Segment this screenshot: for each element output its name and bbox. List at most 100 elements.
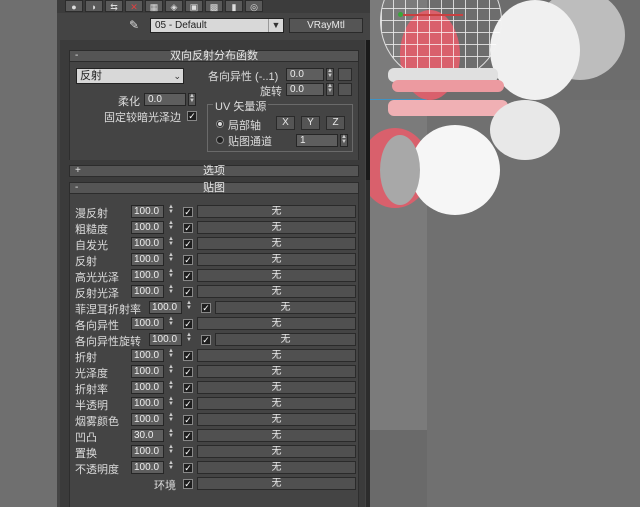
map-slot-button[interactable]: 无 (197, 269, 356, 282)
map-amount-spinner[interactable]: ▲ ▼ (167, 460, 175, 474)
map-amount-input[interactable]: 100.0 (131, 237, 164, 250)
map-amount-input[interactable]: 100.0 (131, 445, 164, 458)
map-enable-checkbox[interactable]: ✓ (183, 383, 193, 393)
rotation-input[interactable]: 0.0 (286, 83, 324, 96)
go-parent-icon[interactable]: ▮ (225, 0, 243, 12)
map-amount-spinner[interactable]: ▲ ▼ (167, 412, 175, 426)
show-map-icon[interactable]: ▣ (185, 0, 203, 12)
map-enable-checkbox[interactable]: ✓ (183, 223, 193, 233)
map-enable-checkbox[interactable]: ✓ (183, 479, 193, 489)
checker-icon[interactable]: ▦ (145, 0, 163, 12)
map-slot-button[interactable]: 无 (197, 397, 356, 410)
eyedropper-icon[interactable]: ✎ (129, 18, 143, 32)
map-enable-checkbox[interactable]: ✓ (183, 271, 193, 281)
map-slot-button[interactable]: 无 (197, 477, 356, 490)
map-amount-spinner[interactable]: ▲ ▼ (185, 332, 193, 346)
map-channel-input[interactable]: 1 (296, 134, 338, 147)
viewport[interactable] (370, 0, 640, 507)
checkered-bg-icon[interactable]: ▩ (205, 0, 223, 12)
map-slot-button[interactable]: 无 (197, 237, 356, 250)
map-channel-radio[interactable] (216, 136, 224, 144)
map-amount-spinner[interactable]: ▲ ▼ (185, 300, 193, 314)
map-amount-spinner[interactable]: ▲ ▼ (167, 236, 175, 250)
map-enable-checkbox[interactable]: ✓ (183, 255, 193, 265)
options-rollout-header[interactable]: + 选项 (69, 165, 359, 177)
map-enable-checkbox[interactable]: ✓ (183, 319, 193, 329)
scrollbar-thumb[interactable] (366, 40, 370, 180)
map-slot-button[interactable]: 无 (197, 317, 356, 330)
map-slot-button[interactable]: 无 (197, 205, 356, 218)
map-slot-button[interactable]: 无 (197, 413, 356, 426)
map-amount-input[interactable]: 100.0 (131, 317, 164, 330)
map-enable-checkbox[interactable]: ✓ (183, 431, 193, 441)
sphere-icon[interactable]: ● (65, 0, 83, 12)
map-slot-button[interactable]: 无 (197, 461, 356, 474)
map-slot-button[interactable]: 无 (197, 221, 356, 234)
y-axis-button[interactable]: Y (301, 116, 320, 130)
map-enable-checkbox[interactable]: ✓ (201, 335, 211, 345)
map-amount-input[interactable]: 100.0 (131, 349, 164, 362)
map-slot-button[interactable]: 无 (215, 333, 356, 346)
anisotropy-spinner[interactable]: ▲ ▼ (326, 68, 334, 81)
map-amount-input[interactable]: 100.0 (131, 381, 164, 394)
map-enable-checkbox[interactable]: ✓ (183, 351, 193, 361)
map-slot-button[interactable]: 无 (197, 253, 356, 266)
map-amount-input[interactable]: 100.0 (131, 285, 164, 298)
map-amount-spinner[interactable]: ▲ ▼ (167, 348, 175, 362)
anisotropy-input[interactable]: 0.0 (286, 68, 324, 81)
assign-icon[interactable]: ⇆ (105, 0, 123, 12)
map-enable-checkbox[interactable]: ✓ (183, 415, 193, 425)
map-amount-input[interactable]: 100.0 (131, 205, 164, 218)
map-amount-spinner[interactable]: ▲ ▼ (167, 252, 175, 266)
map-amount-spinner[interactable]: ▲ ▼ (167, 284, 175, 298)
x-axis-button[interactable]: X (276, 116, 295, 130)
map-amount-spinner[interactable]: ▲ ▼ (167, 316, 175, 330)
map-amount-spinner[interactable]: ▲ ▼ (167, 428, 175, 442)
brdf-rollout-header[interactable]: - 双向反射分布函数 (69, 50, 359, 62)
z-axis-button[interactable]: Z (326, 116, 345, 130)
map-amount-input[interactable]: 100.0 (131, 461, 164, 474)
map-amount-input[interactable]: 30.0 (131, 429, 164, 442)
material-type-button[interactable]: VRayMtl (289, 18, 363, 33)
map-amount-input[interactable]: 100.0 (131, 221, 164, 234)
map-slot-button[interactable]: 无 (197, 365, 356, 378)
local-axis-radio[interactable] (216, 120, 224, 128)
map-amount-spinner[interactable]: ▲ ▼ (167, 268, 175, 282)
soften-input[interactable]: 0.0 (144, 93, 186, 106)
maps-rollout-header[interactable]: - 贴图 (69, 182, 359, 194)
fix-dark-edges-checkbox[interactable]: ✓ (187, 111, 197, 121)
map-enable-checkbox[interactable]: ✓ (183, 239, 193, 249)
map-enable-checkbox[interactable]: ✓ (183, 207, 193, 217)
brdf-type-select[interactable]: 反射 ⌄ (76, 68, 184, 84)
map-amount-input[interactable]: 100.0 (131, 253, 164, 266)
map-slot-button[interactable]: 无 (197, 285, 356, 298)
map-enable-checkbox[interactable]: ✓ (183, 463, 193, 473)
map-amount-input[interactable]: 100.0 (131, 413, 164, 426)
go-sibling-icon[interactable]: ◎ (245, 0, 263, 12)
map-amount-spinner[interactable]: ▲ ▼ (167, 204, 175, 218)
map-amount-spinner[interactable]: ▲ ▼ (167, 220, 175, 234)
map-amount-input[interactable]: 100.0 (149, 333, 182, 346)
map-amount-input[interactable]: 100.0 (131, 397, 164, 410)
map-amount-spinner[interactable]: ▲ ▼ (167, 396, 175, 410)
map-icon[interactable]: ◈ (165, 0, 183, 12)
map-channel-spinner[interactable]: ▲ ▼ (340, 134, 348, 147)
map-slot-button[interactable]: 无 (197, 429, 356, 442)
map-amount-input[interactable]: 100.0 (131, 365, 164, 378)
delete-icon[interactable]: ✕ (125, 0, 143, 12)
map-amount-input[interactable]: 100.0 (149, 301, 182, 314)
map-amount-spinner[interactable]: ▲ ▼ (167, 444, 175, 458)
map-enable-checkbox[interactable]: ✓ (201, 303, 211, 313)
map-enable-checkbox[interactable]: ✓ (183, 367, 193, 377)
map-amount-spinner[interactable]: ▲ ▼ (167, 380, 175, 394)
map-enable-checkbox[interactable]: ✓ (183, 447, 193, 457)
map-enable-checkbox[interactable]: ✓ (183, 287, 193, 297)
map-slot-button[interactable]: 无 (215, 301, 356, 314)
dropdown-icon[interactable]: ▼ (268, 19, 283, 32)
soften-spinner[interactable]: ▲ ▼ (188, 93, 196, 106)
map-amount-input[interactable]: 100.0 (131, 269, 164, 282)
rotation-spinner[interactable]: ▲ ▼ (326, 83, 334, 96)
map-slot-button[interactable]: 无 (197, 349, 356, 362)
map-enable-checkbox[interactable]: ✓ (183, 399, 193, 409)
material-name-field[interactable]: 05 - Default ▼ (150, 18, 284, 33)
